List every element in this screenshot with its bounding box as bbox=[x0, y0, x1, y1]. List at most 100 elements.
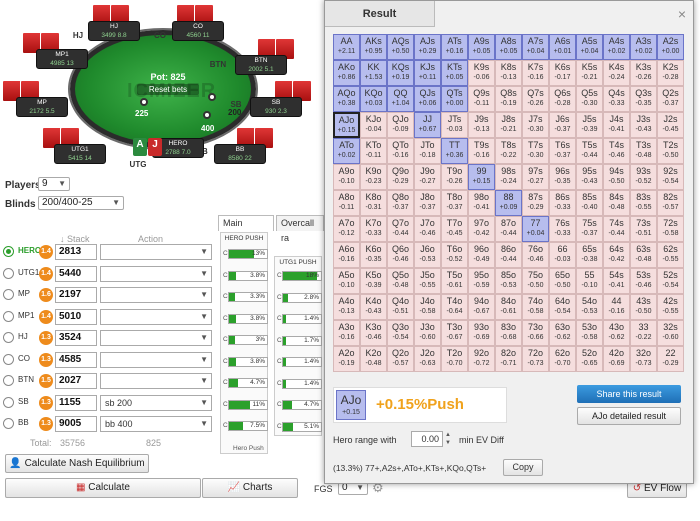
players-select[interactable]: 9 ▼ bbox=[38, 177, 70, 191]
hand-cell[interactable]: 53s -0.46 bbox=[630, 268, 657, 294]
hand-cell[interactable]: A4o -0.13 bbox=[333, 294, 360, 320]
hand-cell[interactable]: 73o -0.66 bbox=[522, 320, 549, 346]
hand-cell[interactable]: J3o -0.60 bbox=[414, 320, 441, 346]
hand-cell[interactable]: T8o -0.37 bbox=[441, 190, 468, 216]
hand-cell[interactable]: K5o -0.39 bbox=[360, 268, 387, 294]
hand-cell[interactable]: A8s +0.05 bbox=[495, 34, 522, 60]
action-select[interactable]: ▼ bbox=[100, 308, 212, 325]
hand-cell[interactable]: AKs +0.95 bbox=[360, 34, 387, 60]
hand-cell[interactable]: KTs +0.05 bbox=[441, 60, 468, 86]
hand-cell[interactable]: 42s -0.55 bbox=[657, 294, 684, 320]
hand-cell[interactable]: KJo -0.04 bbox=[360, 112, 387, 138]
hand-cell[interactable]: 76o -0.46 bbox=[522, 242, 549, 268]
hand-cell[interactable]: T3o -0.67 bbox=[441, 320, 468, 346]
action-select[interactable]: sb 200 ▼ bbox=[100, 394, 212, 411]
hero-radio[interactable] bbox=[3, 310, 14, 322]
range-bar[interactable]: 4.7% bbox=[228, 378, 268, 388]
hand-cell[interactable]: KTo -0.11 bbox=[360, 138, 387, 164]
hand-cell[interactable]: K8s -0.13 bbox=[495, 60, 522, 86]
share-result-button[interactable]: Share this result bbox=[577, 385, 681, 403]
hand-cell[interactable]: Q6o -0.46 bbox=[387, 242, 414, 268]
hand-cell[interactable]: 52s -0.54 bbox=[657, 268, 684, 294]
hand-cell[interactable]: KK +1.53 bbox=[360, 60, 387, 86]
hand-cell[interactable]: 95s -0.43 bbox=[576, 164, 603, 190]
hand-cell[interactable]: T5o -0.61 bbox=[441, 268, 468, 294]
hand-cell[interactable]: A9o -0.10 bbox=[333, 164, 360, 190]
stack-input[interactable]: 2813 bbox=[55, 244, 97, 260]
hand-cell[interactable]: K6s -0.17 bbox=[549, 60, 576, 86]
range-bar[interactable]: 3.8% bbox=[228, 313, 268, 324]
close-icon[interactable]: × bbox=[678, 6, 686, 22]
hand-cell[interactable]: Q7o -0.44 bbox=[387, 216, 414, 242]
hand-cell[interactable]: JTs -0.03 bbox=[441, 112, 468, 138]
hand-cell[interactable]: A9s +0.05 bbox=[468, 34, 495, 60]
hand-cell[interactable]: A5o -0.10 bbox=[333, 268, 360, 294]
hand-cell[interactable]: 97s -0.27 bbox=[522, 164, 549, 190]
hand-cell[interactable]: T9o -0.26 bbox=[441, 164, 468, 190]
hand-cell[interactable]: 43s -0.50 bbox=[630, 294, 657, 320]
range-bar[interactable]: 4.7% bbox=[282, 400, 322, 410]
hand-cell[interactable]: 65s -0.38 bbox=[576, 242, 603, 268]
stack-input[interactable]: 1155 bbox=[55, 394, 97, 411]
hand-cell[interactable]: K9o -0.23 bbox=[360, 164, 387, 190]
hand-cell[interactable]: A2o -0.19 bbox=[333, 346, 360, 372]
charts-button[interactable]: 📈 Charts bbox=[202, 478, 298, 498]
hand-cell[interactable]: AJo +0.15 bbox=[333, 112, 360, 138]
reset-bets-button[interactable]: Reset bets bbox=[137, 84, 199, 95]
hand-cell[interactable]: T2s -0.50 bbox=[657, 138, 684, 164]
hand-cell[interactable]: 32o -0.73 bbox=[630, 346, 657, 372]
hand-cell[interactable]: 72s -0.58 bbox=[657, 216, 684, 242]
hand-cell[interactable]: 33 -0.22 bbox=[630, 320, 657, 346]
tab-main-ranges[interactable]: Main ranges bbox=[218, 215, 274, 243]
hand-cell[interactable]: JTo -0.18 bbox=[414, 138, 441, 164]
hand-cell[interactable]: 97o -0.42 bbox=[468, 216, 495, 242]
range-bar[interactable]: 1.4% bbox=[282, 378, 322, 389]
hand-cell[interactable]: J4s -0.41 bbox=[603, 112, 630, 138]
hand-cell[interactable]: Q3o -0.54 bbox=[387, 320, 414, 346]
hand-cell[interactable]: 64o -0.54 bbox=[549, 294, 576, 320]
hand-cell[interactable]: J6s -0.37 bbox=[549, 112, 576, 138]
hand-cell[interactable]: 95o -0.59 bbox=[468, 268, 495, 294]
hand-cell[interactable]: 94s -0.50 bbox=[603, 164, 630, 190]
hand-cell[interactable]: 77 +0.04 bbox=[522, 216, 549, 242]
blinds-select[interactable]: 200/400-25 ▼ bbox=[38, 196, 124, 210]
hand-cell[interactable]: A6o -0.16 bbox=[333, 242, 360, 268]
hand-cell[interactable]: T6s -0.37 bbox=[549, 138, 576, 164]
hand-cell[interactable]: 85s -0.40 bbox=[576, 190, 603, 216]
stack-input[interactable]: 5440 bbox=[55, 265, 97, 282]
hand-cell[interactable]: 83s -0.55 bbox=[630, 190, 657, 216]
hand-cell[interactable]: T8s -0.22 bbox=[495, 138, 522, 164]
hand-cell[interactable]: 66 -0.03 bbox=[549, 242, 576, 268]
stepper-arrows[interactable]: ▲ ▼ bbox=[445, 431, 455, 447]
range-bar[interactable]: 7.5% bbox=[228, 421, 268, 431]
hand-cell[interactable]: K7s -0.16 bbox=[522, 60, 549, 86]
hand-cell[interactable]: A7s +0.04 bbox=[522, 34, 549, 60]
hand-cell[interactable]: 76s -0.33 bbox=[549, 216, 576, 242]
hand-cell[interactable]: K8o -0.31 bbox=[360, 190, 387, 216]
hand-cell[interactable]: QJs +0.06 bbox=[414, 86, 441, 112]
hand-cell[interactable]: A5s +0.04 bbox=[576, 34, 603, 60]
hand-cell[interactable]: 86o -0.44 bbox=[495, 242, 522, 268]
range-bar[interactable]: 3.8% bbox=[228, 356, 268, 367]
hand-cell[interactable]: K6o -0.35 bbox=[360, 242, 387, 268]
hand-cell[interactable]: ATs +0.16 bbox=[441, 34, 468, 60]
range-bar[interactable]: 1.4% bbox=[282, 314, 322, 324]
hand-cell[interactable]: 86s -0.33 bbox=[549, 190, 576, 216]
hand-cell[interactable]: J7s -0.30 bbox=[522, 112, 549, 138]
hand-cell[interactable]: A4s +0.02 bbox=[603, 34, 630, 60]
hero-radio[interactable] bbox=[3, 418, 14, 429]
hand-cell[interactable]: A7o -0.12 bbox=[333, 216, 360, 242]
action-select[interactable]: bb 400 ▼ bbox=[100, 416, 212, 432]
min-ev-input[interactable]: 0.00 bbox=[411, 431, 443, 447]
hand-cell[interactable]: J2o -0.63 bbox=[414, 346, 441, 372]
hand-cell[interactable]: 65o -0.50 bbox=[549, 268, 576, 294]
hand-cell[interactable]: 84o -0.61 bbox=[495, 294, 522, 320]
hand-cell[interactable]: QQ +1.04 bbox=[387, 86, 414, 112]
hand-cell[interactable]: 85o -0.53 bbox=[495, 268, 522, 294]
hand-cell[interactable]: 87s -0.29 bbox=[522, 190, 549, 216]
hand-cell[interactable]: 75s -0.37 bbox=[576, 216, 603, 242]
hand-cell[interactable]: T3s -0.48 bbox=[630, 138, 657, 164]
hand-cell[interactable]: T4s -0.46 bbox=[603, 138, 630, 164]
hero-radio[interactable] bbox=[3, 267, 14, 279]
hand-cell[interactable]: K3s -0.26 bbox=[630, 60, 657, 86]
